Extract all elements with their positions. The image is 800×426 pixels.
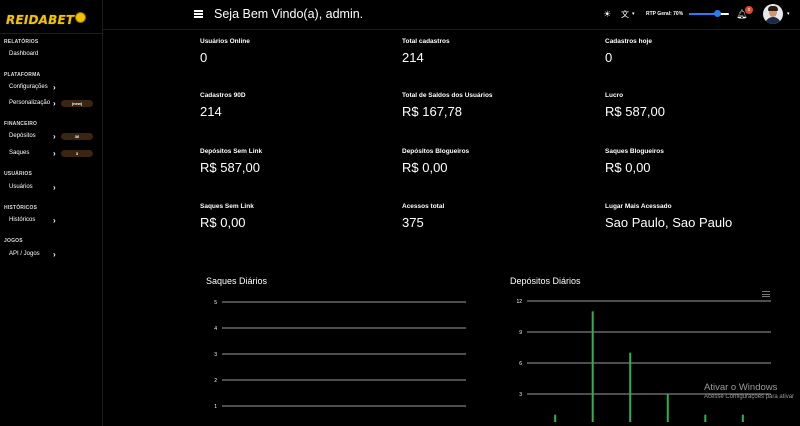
stat-value: 214 bbox=[200, 104, 222, 119]
stat-depositos-sem-link: Depósitos Sem Link R$ 587,00 bbox=[200, 148, 262, 175]
stat-value: R$ 167,78 bbox=[402, 104, 462, 119]
y-tick-label: 5 bbox=[214, 300, 217, 306]
chevron-right-icon: › bbox=[53, 99, 56, 108]
stat-value: R$ 587,00 bbox=[605, 104, 665, 119]
bar bbox=[666, 394, 669, 422]
language-icon[interactable]: 文 bbox=[621, 9, 629, 20]
y-tick-label: 9 bbox=[519, 330, 522, 336]
bar bbox=[629, 352, 632, 422]
bar bbox=[554, 414, 557, 422]
chevron-right-icon: › bbox=[53, 149, 56, 158]
stat-total-saldos: Total de Saldos dos Usuários R$ 167,78 bbox=[402, 92, 493, 119]
chevron-down-icon[interactable]: ▾ bbox=[787, 11, 790, 17]
stat-label: Total cadastros bbox=[402, 38, 450, 45]
stat-depositos-blogueiros: Depósitos Blogueiros R$ 0,00 bbox=[402, 148, 469, 175]
y-tick-label: 6 bbox=[519, 361, 522, 367]
logo-text: REIDABET bbox=[6, 13, 75, 27]
chevron-right-icon: › bbox=[53, 83, 56, 92]
stat-lugar-mais-acessado: Lugar Mais Acessado Sao Paulo, Sao Paulo bbox=[605, 203, 732, 230]
rtp-slider-fill bbox=[689, 13, 717, 15]
windows-activation-hint: Acesse Configurações para ativar bbox=[704, 394, 795, 400]
stat-value: Sao Paulo, Sao Paulo bbox=[605, 215, 733, 230]
stat-value: R$ 0,00 bbox=[200, 215, 246, 230]
stat-value: R$ 587,00 bbox=[200, 160, 260, 175]
chart-title-saques: Saques Diários bbox=[206, 276, 268, 286]
sidebar-item-dashboard[interactable]: Dashboard bbox=[9, 51, 38, 57]
stat-value: R$ 0,00 bbox=[605, 160, 651, 175]
depositos-diarios-chart: 129630 bbox=[516, 299, 771, 422]
rtp-slider[interactable] bbox=[689, 13, 729, 15]
stat-lucro: Lucro R$ 587,00 bbox=[605, 92, 665, 119]
section-relatorios: RELATÓRIOS bbox=[4, 39, 39, 45]
stat-saques-blogueiros: Saques Blogueiros R$ 0,00 bbox=[605, 148, 664, 175]
stat-cadastros-hoje: Cadastros hoje 0 bbox=[605, 38, 652, 65]
sidebar-item-personalizacao[interactable]: Personalização bbox=[9, 100, 50, 106]
stat-value: 0 bbox=[200, 50, 208, 65]
stat-value: 0 bbox=[605, 50, 613, 65]
chevron-right-icon: › bbox=[53, 132, 56, 141]
sidebar-item-historicos[interactable]: Históricos bbox=[9, 217, 35, 223]
sidebar: REIDABET RELATÓRIOS Dashboard PLATAFORMA… bbox=[0, 0, 103, 426]
stat-acessos-total: Acessos total 375 bbox=[402, 203, 444, 230]
y-tick-label: 12 bbox=[516, 299, 522, 305]
y-tick-label: 1 bbox=[214, 404, 217, 410]
y-tick-label: 4 bbox=[214, 326, 217, 332]
new-badge: (new) bbox=[61, 100, 93, 107]
chevron-right-icon: › bbox=[53, 183, 56, 192]
depositos-count-badge: 36 bbox=[61, 133, 93, 140]
stat-label: Cadastros 90D bbox=[200, 92, 246, 99]
brand-logo[interactable]: REIDABET bbox=[6, 11, 86, 27]
chevron-right-icon: › bbox=[53, 216, 56, 225]
theme-toggle-icon[interactable]: ☀ bbox=[603, 9, 611, 20]
stat-cadastros-90d: Cadastros 90D 214 bbox=[200, 92, 246, 119]
chart-title-depositos: Depósitos Diários bbox=[510, 276, 581, 286]
section-plataforma: PLATAFORMA bbox=[4, 72, 41, 78]
rtp-label: RTP Geral: 70% bbox=[646, 11, 684, 17]
top-header: Seja Bem Vindo(a), admin. ☀ 文 ▾ RTP Gera… bbox=[103, 0, 800, 30]
stat-label: Saques Sem Link bbox=[200, 203, 254, 210]
stat-label: Depósitos Blogueiros bbox=[402, 148, 470, 155]
sidebar-item-depositos[interactable]: Depósitos bbox=[9, 133, 36, 139]
stat-label: Total de Saldos dos Usuários bbox=[402, 92, 493, 99]
stat-label: Acessos total bbox=[402, 203, 445, 210]
sidebar-item-usuarios[interactable]: Usuários bbox=[9, 184, 33, 190]
rtp-slider-thumb[interactable] bbox=[713, 10, 721, 17]
saques-diarios-chart: 5 4 3 2 1 bbox=[214, 300, 466, 410]
sidebar-divider bbox=[0, 33, 103, 34]
stat-value: R$ 0,00 bbox=[402, 160, 448, 175]
stat-usuarios-online: Usuários Online 0 bbox=[200, 38, 250, 65]
stat-value: 375 bbox=[402, 215, 424, 230]
stat-label: Lugar Mais Acessado bbox=[605, 203, 672, 210]
welcome-message: Seja Bem Vindo(a), admin. bbox=[214, 7, 364, 21]
y-tick-label: 3 bbox=[214, 352, 217, 358]
stat-value: 214 bbox=[402, 50, 424, 65]
section-financeiro: FINANCEIRO bbox=[4, 121, 38, 127]
section-jogos: JOGOS bbox=[4, 238, 23, 244]
avatar[interactable] bbox=[763, 4, 783, 24]
saques-count-badge: 3 bbox=[61, 150, 93, 157]
stat-total-cadastros: Total cadastros 214 bbox=[402, 38, 450, 65]
stat-label: Depósitos Sem Link bbox=[200, 148, 263, 155]
hamburger-menu-icon[interactable] bbox=[194, 10, 203, 18]
stat-label: Cadastros hoje bbox=[605, 38, 652, 45]
notification-count-badge: 0 bbox=[745, 6, 753, 14]
chevron-right-icon: › bbox=[53, 250, 56, 259]
coin-icon bbox=[75, 12, 86, 23]
bar bbox=[704, 414, 707, 422]
stat-label: Lucro bbox=[605, 92, 624, 99]
sidebar-item-api-jogos[interactable]: API / Jogos bbox=[9, 251, 40, 257]
y-tick-label: 3 bbox=[519, 392, 522, 398]
y-tick-label: 2 bbox=[214, 378, 217, 384]
bar bbox=[741, 414, 744, 422]
stat-saques-sem-link: Saques Sem Link R$ 0,00 bbox=[200, 203, 254, 230]
bar bbox=[591, 311, 594, 422]
section-historicos: HISTÓRICOS bbox=[4, 205, 38, 211]
sidebar-item-saques[interactable]: Saques bbox=[9, 150, 29, 156]
windows-activation-watermark: Ativar o Windows bbox=[704, 382, 778, 393]
section-usuarios: USUÁRIOS bbox=[4, 171, 32, 177]
stat-label: Usuários Online bbox=[200, 38, 250, 45]
sidebar-item-configuracoes[interactable]: Configurações bbox=[9, 84, 48, 90]
stat-label: Saques Blogueiros bbox=[605, 148, 664, 155]
chevron-down-icon[interactable]: ▾ bbox=[632, 11, 635, 17]
